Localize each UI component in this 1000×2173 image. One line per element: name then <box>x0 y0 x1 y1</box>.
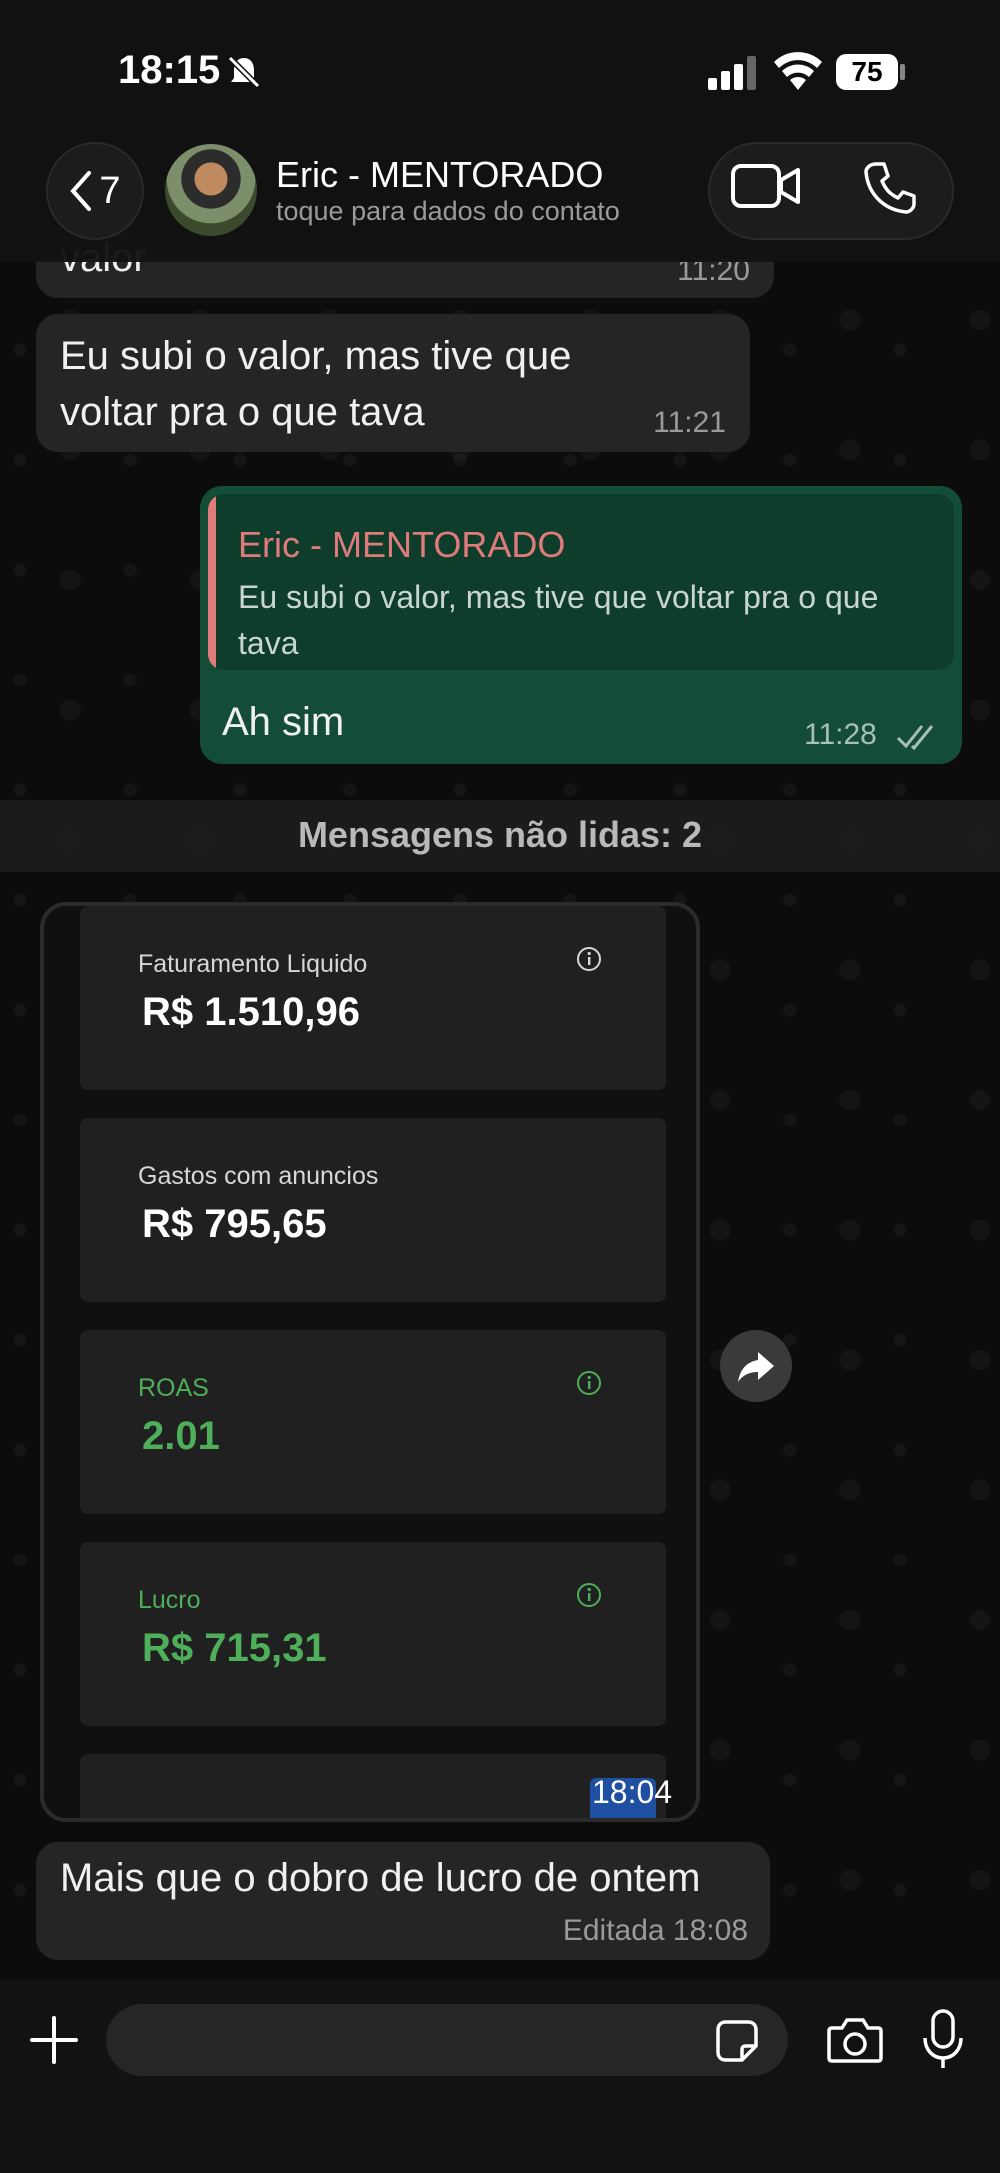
voice-call-button[interactable] <box>862 160 926 224</box>
metric-card-faturamento: Faturamento Liquido R$ 1.510,96 <box>80 906 666 1090</box>
metric-card-roas: ROAS 2.01 <box>80 1330 666 1514</box>
metric-label: Gastos com anuncios <box>138 1162 379 1190</box>
message-input[interactable] <box>106 2004 788 2076</box>
message-text: Eu subi o valor, mas tive que voltar pra… <box>60 334 572 434</box>
metric-value: R$ 795,65 <box>142 1202 327 1246</box>
metric-value: R$ 1.510,96 <box>142 990 360 1034</box>
metric-card-gastos: Gastos com anuncios R$ 795,65 <box>80 1118 666 1302</box>
battery-cap <box>900 64 905 80</box>
metric-label: ROAS <box>138 1374 209 1402</box>
metric-card-partial <box>80 1754 666 1818</box>
attach-button[interactable] <box>28 2014 80 2066</box>
battery-level: 75 <box>851 56 883 87</box>
back-button[interactable]: 7 <box>46 142 144 240</box>
metric-card-lucro: Lucro R$ 715,31 <box>80 1542 666 1726</box>
image-time: 18:04 <box>592 1774 673 1810</box>
video-icon <box>731 164 800 208</box>
contact-name[interactable]: Eric - MENTORADO <box>276 154 603 196</box>
quote-accent-bar <box>208 494 216 670</box>
status-time: 18:15 <box>118 48 221 92</box>
metric-value: R$ 715,31 <box>142 1626 327 1670</box>
metric-value: 2.01 <box>142 1414 220 1458</box>
metric-label: Faturamento Liquido <box>138 950 368 978</box>
camera-button[interactable] <box>826 2014 884 2066</box>
chevron-left-icon <box>70 171 92 211</box>
contact-subtitle[interactable]: toque para dados do contato <box>276 196 620 227</box>
message-time: 11:28 <box>804 718 877 751</box>
quote-text: Eu subi o valor, mas tive que voltar pra… <box>238 579 879 661</box>
avatar[interactable] <box>165 144 257 236</box>
unread-divider-label: Mensagens não lidas: 2 <box>297 814 703 855</box>
video-call-button[interactable] <box>730 160 820 222</box>
metric-label: Lucro <box>138 1586 201 1614</box>
sticker-icon <box>716 2020 758 2062</box>
message-time: 11:21 <box>653 406 726 439</box>
message-text: Mais que o dobro de lucro de ontem <box>60 1856 701 1900</box>
microphone-icon <box>923 2009 963 2068</box>
silent-bell-icon <box>227 55 261 89</box>
message-bubble-outgoing[interactable]: Eric - MENTORADO Eu subi o valor, mas ti… <box>200 486 962 764</box>
double-check-icon <box>896 725 934 751</box>
info-icon <box>577 947 601 971</box>
signal-icon <box>708 56 756 90</box>
quoted-message[interactable]: Eric - MENTORADO Eu subi o valor, mas ti… <box>208 494 954 670</box>
wifi-icon <box>774 52 822 90</box>
forward-button[interactable] <box>720 1330 792 1402</box>
image-message[interactable]: Faturamento Liquido R$ 1.510,96 Gastos c… <box>40 902 700 1822</box>
message-text: Ah sim <box>222 700 345 744</box>
sticker-button[interactable] <box>714 2018 760 2064</box>
phone-icon <box>864 162 916 214</box>
microphone-button[interactable] <box>920 2008 966 2072</box>
unread-chats-count: 7 <box>99 169 121 212</box>
info-icon <box>577 1583 601 1607</box>
plus-icon <box>30 2016 78 2064</box>
forward-icon <box>738 1352 774 1382</box>
info-icon <box>577 1371 601 1395</box>
quote-author: Eric - MENTORADO <box>238 524 566 565</box>
message-bubble-incoming[interactable]: Eu subi o valor, mas tive que voltar pra… <box>36 314 750 452</box>
camera-icon <box>827 2018 883 2063</box>
battery-indicator: 75 <box>836 54 898 90</box>
message-time: Editada 18:08 <box>562 1914 748 1947</box>
message-bubble-incoming[interactable]: Mais que o dobro de lucro de ontem Edita… <box>36 1842 770 1960</box>
